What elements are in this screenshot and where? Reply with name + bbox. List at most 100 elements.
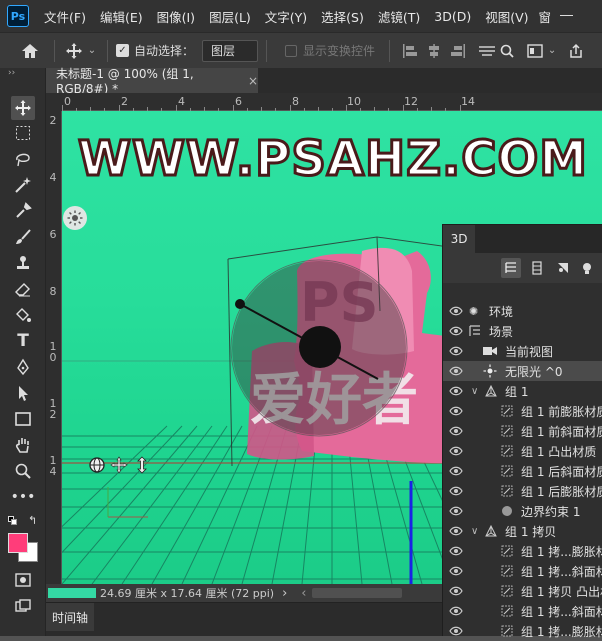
default-colors-icon[interactable] xyxy=(8,516,18,526)
path-selection-icon[interactable] xyxy=(11,381,35,405)
paint-bucket-icon[interactable] xyxy=(11,303,35,327)
close-icon[interactable]: × xyxy=(248,74,258,88)
tree-row-material[interactable]: 组 1 后膨胀材质 xyxy=(443,481,602,501)
share-icon[interactable] xyxy=(564,43,588,59)
chevron-down-icon[interactable]: ∨ xyxy=(471,526,478,537)
tree-row-material[interactable]: 组 1 拷...膨胀材 xyxy=(443,621,602,641)
tree-row-group-1-copy[interactable]: ∨ 组 1 拷贝 xyxy=(443,521,602,541)
more-tools-icon[interactable]: ••• xyxy=(11,485,36,509)
magic-wand-icon[interactable] xyxy=(11,173,35,197)
chevron-down-icon[interactable]: ⌄ xyxy=(546,45,558,56)
orbit-3d-icon[interactable] xyxy=(88,456,106,474)
show-transform-controls-checkbox[interactable] xyxy=(285,44,298,57)
home-icon[interactable] xyxy=(14,37,46,65)
visibility-eye-icon[interactable] xyxy=(449,545,463,557)
visibility-eye-icon[interactable] xyxy=(449,605,463,617)
scene-filter-icon[interactable] xyxy=(501,258,521,278)
chevron-down-icon[interactable]: ⌄ xyxy=(85,45,99,56)
mesh-filter-icon[interactable] xyxy=(527,258,547,278)
quick-mask-icon[interactable] xyxy=(11,568,35,592)
visibility-eye-icon[interactable] xyxy=(449,385,463,397)
clone-stamp-icon[interactable] xyxy=(11,251,35,275)
tree-row-material[interactable]: 组 1 拷...膨胀材 xyxy=(443,541,602,561)
move-tool-icon[interactable] xyxy=(63,37,85,65)
light-filter-icon[interactable] xyxy=(577,258,597,278)
tree-row-material[interactable]: 组 1 拷贝 凸出材 xyxy=(443,581,602,601)
tree-row-material[interactable]: 组 1 前膨胀材质 xyxy=(443,401,602,421)
tree-row-group-1[interactable]: ∨ 组 1 xyxy=(443,381,602,401)
visibility-eye-icon[interactable] xyxy=(449,425,463,437)
tree-row-environment[interactable]: ✺ 环境 xyxy=(443,301,602,321)
hand-tool-icon[interactable] xyxy=(11,433,35,457)
type-tool-icon[interactable]: T xyxy=(11,329,35,353)
menu-select[interactable]: 选择(S) xyxy=(314,7,371,26)
distribute-icon[interactable] xyxy=(476,44,498,58)
align-center-icon[interactable] xyxy=(422,43,446,59)
visibility-eye-icon[interactable] xyxy=(449,465,463,477)
status-menu-arrow[interactable]: › xyxy=(282,586,287,601)
minimize-icon[interactable] xyxy=(558,8,574,22)
menu-layer[interactable]: 图层(L) xyxy=(202,7,258,26)
rectangle-tool-icon[interactable] xyxy=(11,407,35,431)
scroll-left-arrow[interactable]: ‹ xyxy=(301,586,306,601)
menu-edit[interactable]: 编辑(E) xyxy=(93,7,150,26)
menu-image[interactable]: 图像(I) xyxy=(150,7,202,26)
3d-panel-tab[interactable]: 3D xyxy=(443,225,475,253)
tree-row-constraint[interactable]: 边界约束 1 xyxy=(443,501,602,521)
pan-3d-icon[interactable] xyxy=(110,456,128,474)
menu-view[interactable]: 视图(V) xyxy=(478,7,535,26)
visibility-eye-icon[interactable] xyxy=(449,505,463,517)
tree-row-material[interactable]: 组 1 凸出材质 xyxy=(443,441,602,461)
swap-colors-icon[interactable]: ↰ xyxy=(28,514,37,527)
tree-row-current-view[interactable]: 当前视图 xyxy=(443,341,602,361)
visibility-eye-icon[interactable] xyxy=(449,365,463,377)
menu-3d[interactable]: 3D(D) xyxy=(427,9,478,24)
menu-filter[interactable]: 滤镜(T) xyxy=(371,7,427,26)
align-right-icon[interactable] xyxy=(446,43,470,59)
tree-row-infinite-light[interactable]: 无限光 ^0 xyxy=(443,361,602,381)
visibility-eye-icon[interactable] xyxy=(449,405,463,417)
tree-row-scene[interactable]: 场景 xyxy=(443,321,602,341)
auto-select-target-dropdown[interactable]: 图层 xyxy=(202,39,259,62)
dolly-3d-icon[interactable] xyxy=(135,456,149,474)
constraint-icon xyxy=(502,506,512,516)
visibility-eye-icon[interactable] xyxy=(449,585,463,597)
marquee-tool-icon[interactable] xyxy=(11,121,35,145)
screen-mode-icon[interactable] xyxy=(11,594,35,618)
visibility-eye-icon[interactable] xyxy=(449,345,463,357)
brush-tool-icon[interactable] xyxy=(11,225,35,249)
pen-tool-icon[interactable] xyxy=(11,355,35,379)
document-tab[interactable]: 未标题-1 @ 100% (组 1, RGB/8#) * × xyxy=(46,67,258,96)
light-source-icon[interactable] xyxy=(63,206,87,230)
visibility-eye-icon[interactable] xyxy=(449,325,463,337)
menu-file[interactable]: 文件(F) xyxy=(37,7,93,26)
visibility-eye-icon[interactable] xyxy=(449,305,463,317)
menu-type[interactable]: 文字(Y) xyxy=(258,7,314,26)
visibility-eye-icon[interactable] xyxy=(449,525,463,537)
material-filter-icon[interactable] xyxy=(553,258,573,278)
visibility-eye-icon[interactable] xyxy=(449,565,463,577)
eraser-tool-icon[interactable] xyxy=(11,277,35,301)
collapse-icon[interactable]: ›› xyxy=(8,68,15,78)
timeline-tab[interactable]: 时间轴 xyxy=(46,603,94,631)
tree-row-material[interactable]: 组 1 拷...斜面材 xyxy=(443,601,602,621)
foreground-color-swatch[interactable] xyxy=(8,533,28,553)
tree-row-material[interactable]: 组 1 拷...斜面材 xyxy=(443,561,602,581)
lasso-tool-icon[interactable] xyxy=(11,147,35,171)
auto-select-checkbox[interactable]: ✓ xyxy=(116,44,129,57)
chevron-down-icon[interactable]: ∨ xyxy=(471,386,478,397)
search-icon[interactable] xyxy=(498,44,516,58)
horizontal-scrollbar[interactable] xyxy=(312,588,403,598)
visibility-eye-icon[interactable] xyxy=(449,485,463,497)
light-icon xyxy=(483,364,497,378)
align-left-icon[interactable] xyxy=(398,43,422,59)
zoom-tool-icon[interactable] xyxy=(11,459,35,483)
eyedropper-icon[interactable] xyxy=(11,199,35,223)
menu-window[interactable]: 窗 xyxy=(536,7,555,26)
tree-row-material[interactable]: 组 1 前斜面材质 xyxy=(443,421,602,441)
move-tool-icon[interactable] xyxy=(11,96,35,120)
visibility-eye-icon[interactable] xyxy=(449,625,463,637)
visibility-eye-icon[interactable] xyxy=(449,445,463,457)
tree-row-material[interactable]: 组 1 后斜面材质 xyxy=(443,461,602,481)
workspace-icon[interactable] xyxy=(524,43,546,58)
